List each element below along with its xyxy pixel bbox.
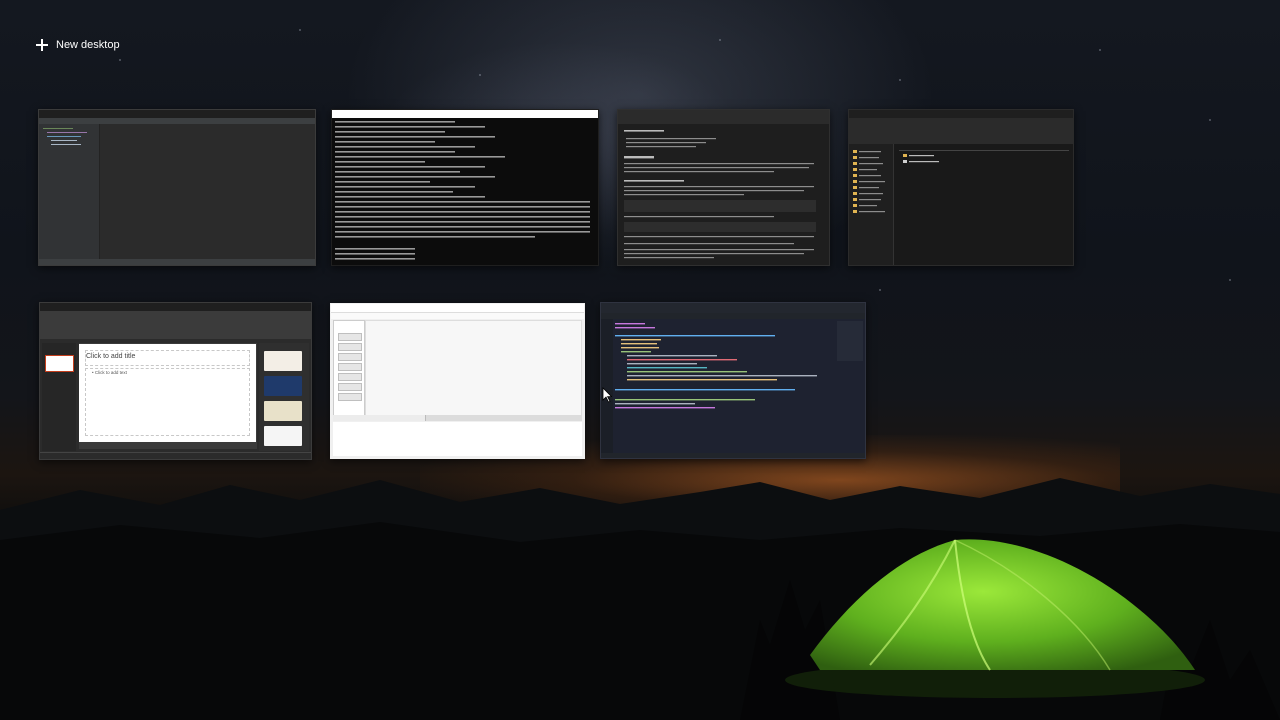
explorer-ribbon	[849, 118, 1073, 144]
slide-body-placeholder: • Click to add text	[92, 370, 127, 375]
panel-button[interactable]	[338, 343, 362, 351]
window-titlebar	[39, 110, 315, 118]
window-statusbar	[39, 259, 315, 265]
body-placeholder	[85, 368, 250, 436]
window-thumbnail-pycharm[interactable]	[38, 109, 316, 266]
window-titlebar	[618, 110, 829, 124]
new-desktop-button[interactable]: New desktop	[36, 35, 120, 55]
tab[interactable]	[333, 415, 364, 421]
output-area	[333, 422, 582, 456]
tab[interactable]	[393, 415, 426, 421]
window-thumbnail-app[interactable]	[330, 303, 585, 459]
panel-button[interactable]	[338, 333, 362, 341]
minimap	[837, 321, 863, 361]
design-idea	[264, 376, 302, 396]
window-thumbnail-code-editor[interactable]	[600, 302, 866, 459]
tab[interactable]	[363, 415, 394, 421]
slide-title-placeholder: Click to add title	[86, 353, 136, 360]
new-desktop-label: New desktop	[56, 39, 120, 51]
plus-icon	[36, 39, 48, 51]
window-titlebar	[601, 303, 865, 313]
design-idea	[264, 351, 302, 371]
navigation-pane	[849, 144, 894, 265]
main-area	[365, 320, 582, 416]
tab-bar	[333, 415, 582, 421]
ppt-ribbon	[40, 311, 311, 339]
window-menubar	[331, 313, 584, 319]
window-titlebar	[332, 110, 598, 118]
window-thumbnail-browser[interactable]	[617, 109, 830, 266]
left-panel	[333, 320, 365, 416]
window-titlebar	[331, 304, 584, 313]
window-titlebar	[849, 110, 1073, 118]
line-gutter	[601, 319, 613, 458]
source-code	[615, 323, 817, 409]
window-thumbnail-terminal[interactable]	[331, 109, 599, 266]
panel-button[interactable]	[338, 393, 362, 401]
designer-pane	[259, 343, 309, 451]
project-panel	[39, 124, 100, 259]
window-statusbar	[40, 452, 311, 459]
window-statusbar	[601, 453, 865, 458]
panel-button[interactable]	[338, 353, 362, 361]
window-thumbnail-powerpoint[interactable]: Click to add title • Click to add text	[39, 302, 312, 460]
panel-button[interactable]	[338, 373, 362, 381]
article-text	[624, 130, 816, 259]
slide-thumbnail	[45, 355, 74, 372]
window-thumbnail-file-explorer[interactable]	[848, 109, 1074, 266]
window-titlebar	[40, 303, 311, 311]
terminal-output	[335, 121, 590, 260]
panel-button[interactable]	[338, 363, 362, 371]
file-list	[899, 150, 1069, 163]
page-content	[624, 128, 823, 261]
panel-button[interactable]	[338, 383, 362, 391]
editor-tabs	[601, 313, 865, 319]
design-idea	[264, 426, 302, 446]
tent	[780, 530, 1210, 700]
design-idea	[264, 401, 302, 421]
